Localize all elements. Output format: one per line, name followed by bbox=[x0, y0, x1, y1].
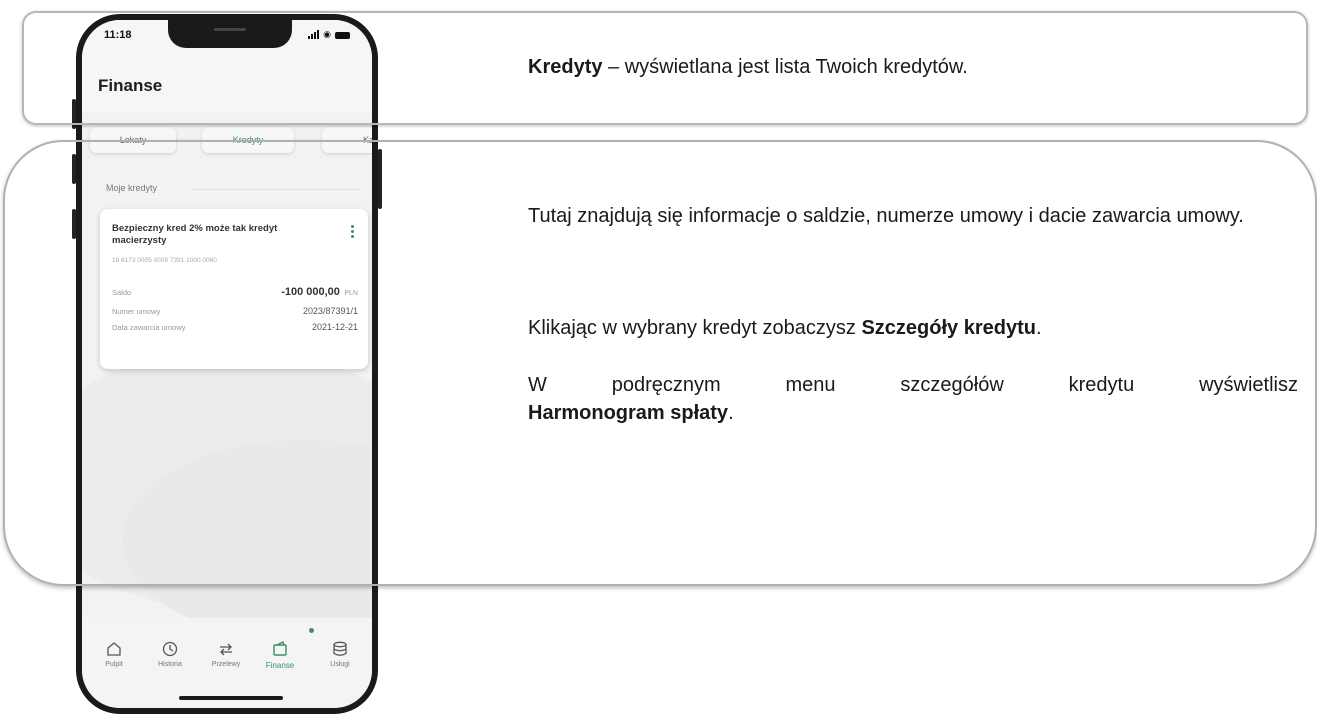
nav-finanse[interactable]: Finanse bbox=[254, 640, 306, 670]
nav-historia[interactable]: Historia bbox=[144, 640, 196, 668]
desc-word: menu bbox=[785, 374, 836, 396]
description-schedule: W podręcznym menu szczegółów kredytu wyś… bbox=[528, 371, 1298, 427]
description-details: Klikając w wybrany kredyt zobaczysz Szcz… bbox=[528, 314, 1042, 342]
desc-text: Klikając w wybrany kredyt zobaczysz bbox=[528, 317, 862, 339]
desc-bold: Kredyty bbox=[528, 56, 603, 78]
nav-label: Pulpit bbox=[105, 661, 123, 668]
services-icon bbox=[333, 641, 347, 656]
nav-label: Historia bbox=[158, 661, 182, 668]
desc-word: kredytu bbox=[1068, 374, 1135, 396]
desc-bold: Harmonogram spłaty bbox=[528, 402, 729, 424]
desc-word: podręcznym bbox=[611, 374, 721, 396]
nav-label: Przelewy bbox=[211, 661, 241, 668]
desc-text: – wyświetlana jest lista Twoich kredytów… bbox=[602, 56, 968, 78]
nav-label: Usługi bbox=[330, 661, 350, 668]
desc-word: wyświetlisz bbox=[1199, 374, 1298, 396]
active-indicator bbox=[309, 628, 314, 633]
nav-pulpit[interactable]: Pulpit bbox=[88, 640, 140, 668]
desc-word: W bbox=[528, 374, 547, 396]
description-kredyty: Kredyty – wyświetlana jest lista Twoich … bbox=[528, 53, 968, 81]
finance-icon bbox=[273, 641, 287, 656]
desc-text: . bbox=[1035, 317, 1042, 339]
nav-label: Finanse bbox=[265, 661, 295, 670]
desc-text: . bbox=[728, 402, 734, 424]
home-indicator bbox=[179, 696, 283, 700]
nav-przelewy[interactable]: Przelewy bbox=[200, 640, 252, 668]
desc-justified-line: W podręcznym menu szczegółów kredytu wyś… bbox=[528, 371, 1298, 399]
history-icon bbox=[162, 641, 178, 657]
description-info: Tutaj znajdują się informacje o saldzie,… bbox=[528, 205, 1244, 227]
home-icon bbox=[107, 642, 121, 656]
desc-word: szczegółów bbox=[900, 374, 1004, 396]
desc-line: Harmonogram spłaty. bbox=[528, 399, 1298, 427]
nav-uslugi[interactable]: Usługi bbox=[314, 640, 366, 668]
desc-bold: Szczegóły kredytu bbox=[861, 317, 1036, 339]
transfer-icon bbox=[220, 643, 232, 656]
